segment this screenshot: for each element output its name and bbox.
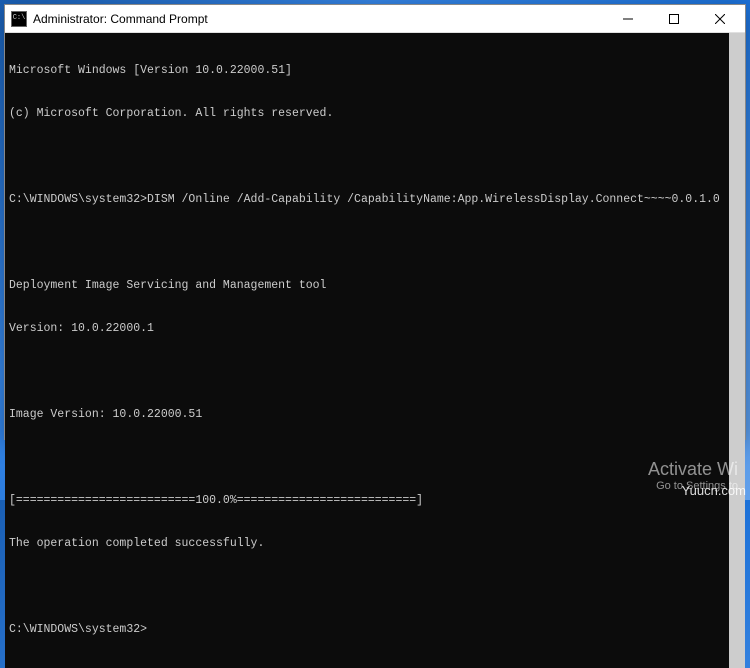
window-title: Administrator: Command Prompt (33, 12, 605, 26)
window-controls (605, 5, 743, 32)
cmd-icon-glyph: C:\ (13, 15, 26, 22)
minimize-button[interactable] (605, 5, 651, 33)
maximize-button[interactable] (651, 5, 697, 33)
terminal-line (9, 451, 725, 465)
titlebar[interactable]: C:\ Administrator: Command Prompt (5, 5, 745, 33)
terminal-output[interactable]: Microsoft Windows [Version 10.0.22000.51… (5, 33, 729, 668)
terminal-line (9, 150, 725, 164)
terminal-line: C:\WINDOWS\system32> (9, 623, 725, 637)
terminal-line (9, 365, 725, 379)
minimize-icon (623, 14, 633, 24)
terminal-line: Version: 10.0.22000.1 (9, 322, 725, 336)
watermark-title: Activate Wi (648, 459, 738, 480)
scrollbar-thumb[interactable] (729, 33, 745, 668)
terminal-line: C:\WINDOWS\system32>DISM /Online /Add-Ca… (9, 193, 725, 207)
terminal-line (9, 236, 725, 250)
terminal-line: Microsoft Windows [Version 10.0.22000.51… (9, 64, 725, 78)
site-watermark: Yuucn.com (682, 483, 746, 498)
terminal-area: Microsoft Windows [Version 10.0.22000.51… (5, 33, 745, 668)
terminal-line: Deployment Image Servicing and Managemen… (9, 279, 725, 293)
terminal-line: [==========================100.0%=======… (9, 494, 725, 508)
close-button[interactable] (697, 5, 743, 33)
cmd-window: C:\ Administrator: Command Prompt Micros… (4, 4, 746, 440)
terminal-line: (c) Microsoft Corporation. All rights re… (9, 107, 725, 121)
vertical-scrollbar[interactable] (729, 33, 745, 668)
terminal-line: The operation completed successfully. (9, 537, 725, 551)
terminal-line (9, 580, 725, 594)
cmd-icon: C:\ (11, 11, 27, 27)
maximize-icon (669, 14, 679, 24)
terminal-line: Image Version: 10.0.22000.51 (9, 408, 725, 422)
close-icon (715, 14, 725, 24)
